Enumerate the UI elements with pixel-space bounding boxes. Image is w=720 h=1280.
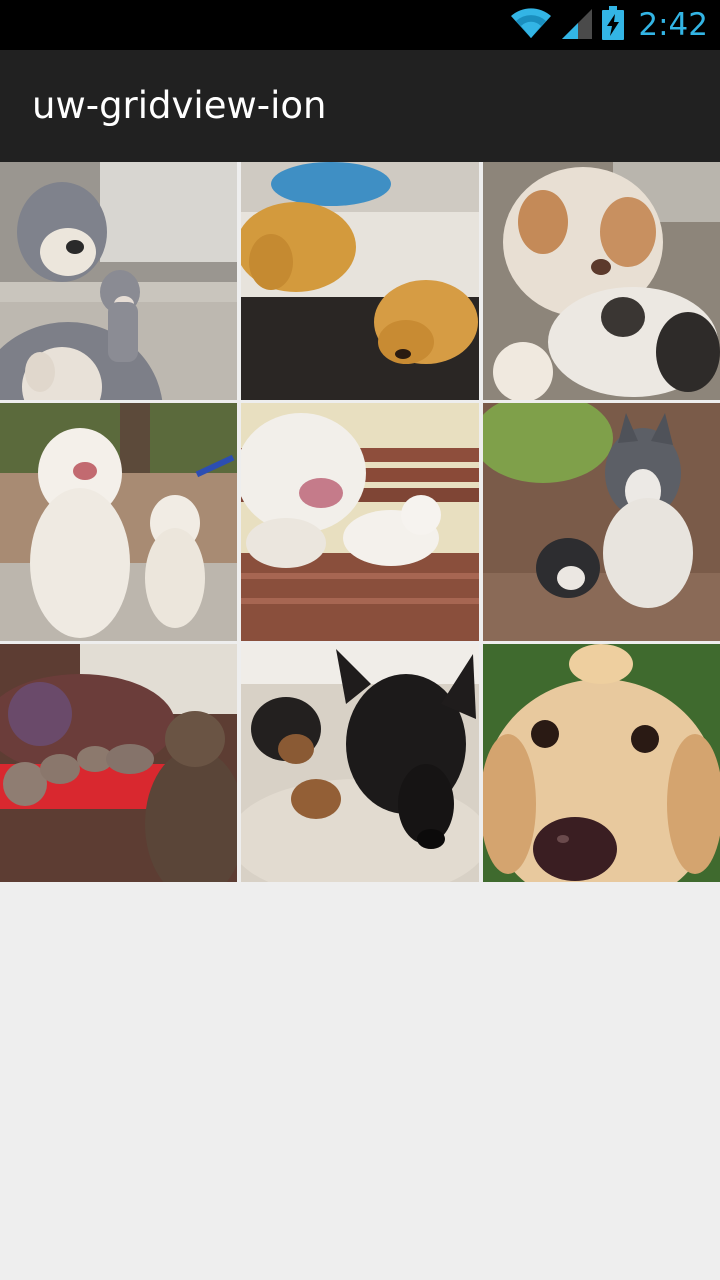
status-bar: 2:42 [0,0,720,50]
clock: 2:42 [638,7,708,43]
grid-item[interactable] [241,403,479,641]
yellow-labradors-photo [241,162,479,400]
grid-item[interactable] [0,403,237,641]
golden-retriever-closeup-photo [483,644,720,882]
grid-item[interactable] [483,162,720,400]
grid-item[interactable] [0,644,237,882]
grid-item[interactable] [483,403,720,641]
grid-item[interactable] [483,644,720,882]
image-grid [0,162,720,882]
grid-item[interactable] [0,162,237,400]
battery-charging-icon [602,6,625,44]
action-bar: uw-gridview-ion [0,50,720,162]
grid-item[interactable] [241,162,479,400]
bulldogs-on-bench-photo [241,403,479,641]
white-labradors-photo [0,403,237,641]
grid-item[interactable] [241,644,479,882]
pitbull-with-puppy-photo [0,162,237,400]
australian-shepherd-with-puppy-photo [483,162,720,400]
shar-pei-with-puppies-photo [0,644,237,882]
app-title: uw-gridview-ion [32,84,327,127]
german-shepherds-photo [241,644,479,882]
husky-with-puppy-photo [483,403,720,641]
cell-signal-icon [562,7,593,43]
status-icons: 2:42 [510,0,708,50]
wifi-icon [510,7,552,43]
